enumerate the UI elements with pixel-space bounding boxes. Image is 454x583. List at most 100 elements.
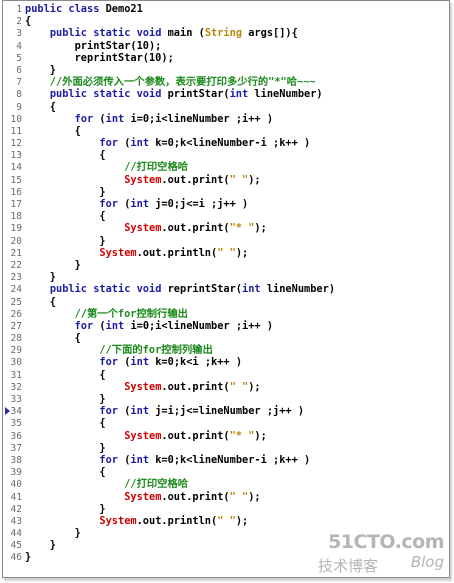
code-area[interactable]: 1 public class Demo21 2{3 public static vo… [3,3,449,564]
code-line[interactable]: 20 } [3,235,449,247]
code-token: ); [235,246,249,259]
code-line[interactable]: 24 public static void reprintStar(int li… [3,283,449,295]
code-editor-frame: 1 public class Demo21 2{3 public static vo… [2,0,450,578]
code-line[interactable]: 29 //下面的for控制列输出 [3,344,449,356]
code-line[interactable]: 17 for (int j=0;j<=i ;j++ ) [3,198,449,210]
code-token: int [130,137,156,150]
code-line[interactable]: 39 { [3,466,449,478]
code-token: int [242,283,267,296]
code-token: for [74,112,100,125]
code-line[interactable]: 35 { [3,417,449,429]
code-line[interactable]: 10 for (int i=0;i<lineNumber ;i++ ) [3,113,449,125]
code-line[interactable]: 36 System.out.print("* "); [3,430,449,442]
code-line[interactable]: 4 printStar(10); [3,40,449,52]
code-token: //打印空格哈 [25,478,189,491]
code-line[interactable]: 41 System.out.print(" "); [3,491,449,503]
code-token: //打印空格哈 [25,161,189,174]
code-line[interactable]: 11 { [3,125,449,137]
code-line[interactable]: 3 public static void main (String args[]… [3,27,449,39]
code-token: Demo21 [105,3,143,15]
code-line[interactable]: 42 } [3,503,449,515]
code-line[interactable]: 21 System.out.println(" "); [3,247,449,259]
code-line[interactable]: 28 { [3,332,449,344]
code-token: { [25,295,56,308]
code-token: ); [248,380,261,393]
code-token: { [25,210,106,223]
code-token: ); [254,429,267,442]
code-token: { [25,100,56,113]
code-token: System [99,514,137,527]
code-token: } [25,185,106,198]
watermark: 51CTO.com 技术博客 Blog [314,531,444,575]
code-line[interactable]: 12 for (int k=0;k<lineNumber-i ;k++ ) [3,137,449,149]
code-line[interactable]: 2{ [3,15,449,27]
code-line[interactable]: 8 public static void printStar(int lineN… [3,88,449,100]
code-token: .out.print( [161,380,230,393]
bookmark-arrow-icon [5,407,10,416]
code-token: } [25,527,81,540]
code-line[interactable]: 40 //打印空格哈 [3,478,449,490]
code-line[interactable]: 6 } [3,64,449,76]
code-token: } [25,271,56,284]
code-token: reprintStar( [167,283,243,296]
code-token: printStar(10); [25,39,162,52]
code-token: //外面必须传入一个参数，表示要打印多少行的"*"哈~~~ [25,76,316,89]
code-token: for [99,356,125,369]
code-token: .out.print( [161,490,230,503]
code-token: for [74,319,100,332]
code-line[interactable]: 32 System.out.print(" "); [3,381,449,393]
code-token: j=0;j<=i ;j++ ) [155,198,249,210]
code-token: } [25,539,56,552]
code-line[interactable]: 27 for (int i=0;i<lineNumber ;i++ ) [3,320,449,332]
watermark-site: 51CTO.com [328,531,444,553]
code-token: .out.println( [136,514,218,527]
code-line[interactable]: 31 { [3,369,449,381]
code-line[interactable]: 1 public class Demo21 [3,3,449,15]
code-token: .out.println( [136,246,218,259]
code-token: int [130,356,156,369]
code-token: i=0;i<lineNumber ;i++ ) [130,112,274,125]
code-line[interactable]: 33 } [3,393,449,405]
code-token: } [25,63,56,76]
code-token: public class [25,3,106,15]
code-token: } [25,441,106,454]
code-line[interactable]: 13 { [3,149,449,161]
code-line[interactable]: 26 //第一个for控制行输出 [3,308,449,320]
watermark-subtitle: 技术博客 [318,557,379,575]
code-token: "* " [229,429,255,442]
code-token: printStar( [167,88,230,101]
code-token: for [99,137,125,150]
code-line[interactable]: 18 { [3,210,449,222]
code-line[interactable]: 5 reprintStar(10); [3,52,449,64]
code-token: k=0;k<i ;k++ ) [155,356,243,369]
code-line[interactable]: 23 } [3,271,449,283]
code-token: System [99,246,137,259]
code-line[interactable]: 7 //外面必须传入一个参数，表示要打印多少行的"*"哈~~~ [3,76,449,88]
code-line[interactable]: 15 System.out.print(" "); [3,174,449,186]
code-token: k=0;k<lineNumber-i ;k++ ) [155,453,311,466]
code-line[interactable]: 43 System.out.println(" "); [3,515,449,527]
code-token: .out.print( [161,222,230,235]
code-line[interactable]: 16 } [3,186,449,198]
code-token: String [204,27,249,40]
code-line[interactable]: 14 //打印空格哈 [3,161,449,173]
code-line[interactable]: 34 for (int j=i;j<=lineNumber ;j++ ) [3,405,449,417]
code-token: } [25,551,32,564]
code-token: ); [248,173,261,186]
code-line[interactable]: 9 { [3,101,449,113]
code-token: { [25,332,81,345]
code-line[interactable]: 25 { [3,296,449,308]
code-line[interactable]: 19 System.out.print("* "); [3,222,449,234]
code-line[interactable]: 38 for (int k=0;k<lineNumber-i ;k++ ) [3,454,449,466]
code-line[interactable]: 30 for (int k=0;k<i ;k++ ) [3,356,449,368]
code-line[interactable]: 22 } [3,259,449,271]
code-line[interactable]: 37 } [3,442,449,454]
code-token: lineNumber) [254,88,323,101]
